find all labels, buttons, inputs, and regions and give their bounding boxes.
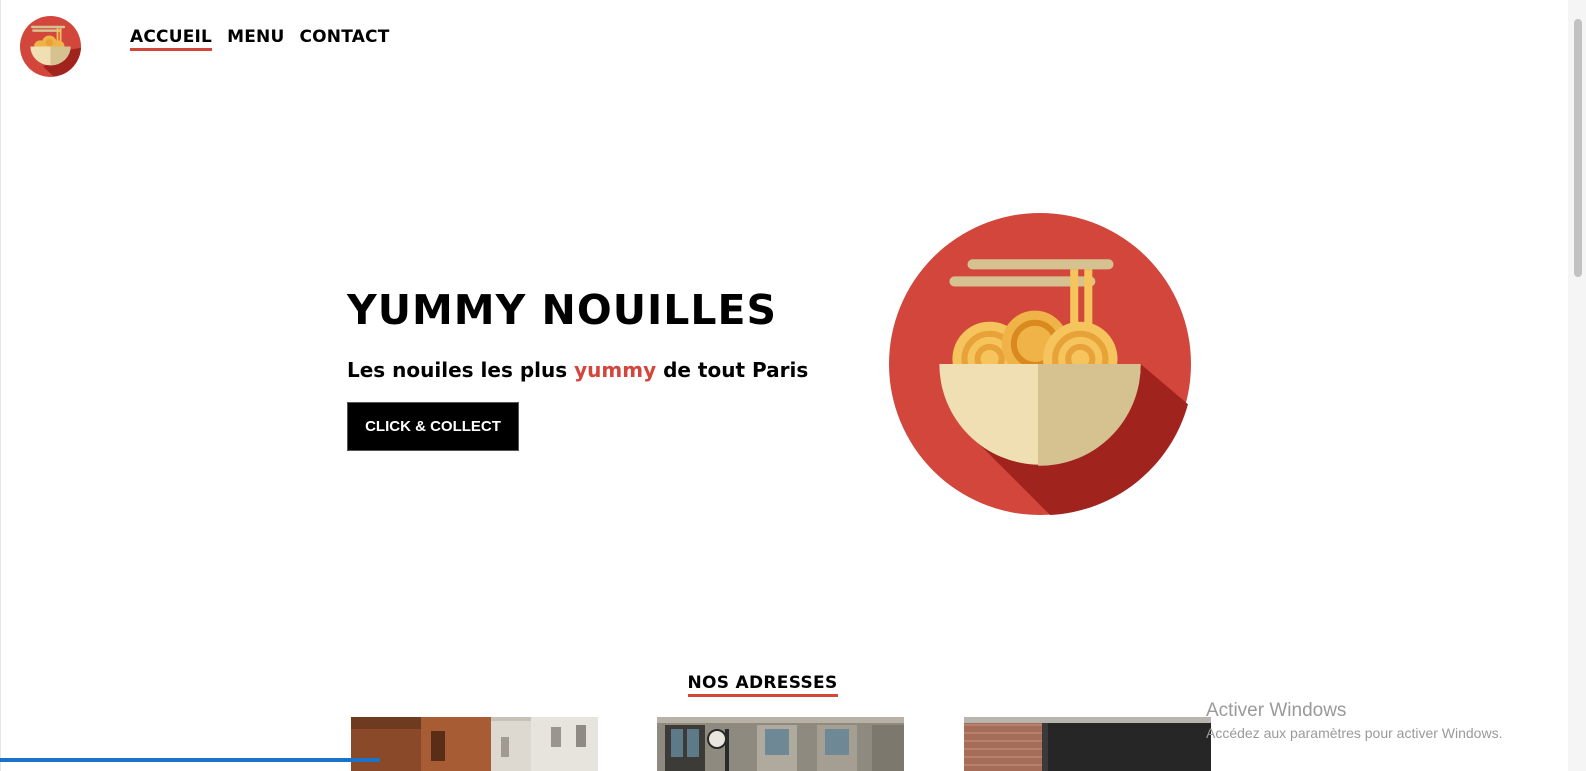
page-scrollbar[interactable] xyxy=(1568,0,1586,771)
hero-image xyxy=(889,213,1191,515)
storefront-photo xyxy=(657,717,904,771)
watermark-subtitle: Accédez aux paramètres pour activer Wind… xyxy=(1206,725,1503,741)
hero-subtitle: Les nouiles les plus yummy de tout Paris xyxy=(347,356,808,384)
hero-subtitle-after: de tout Paris xyxy=(656,358,809,382)
main-nav: ACCUEIL MENU CONTACT xyxy=(130,26,390,51)
noodle-bowl-icon xyxy=(889,213,1191,515)
street-photo xyxy=(351,717,598,771)
watermark-title: Activer Windows xyxy=(1206,700,1347,721)
address-photo-1[interactable] xyxy=(351,717,598,771)
nav-item-contact[interactable]: CONTACT xyxy=(299,26,389,51)
addresses-title: NOS ADRESSES xyxy=(687,672,838,697)
windows-activation-watermark: Activer Windows Accédez aux paramètres p… xyxy=(1206,700,1502,743)
hero-subtitle-before: Les nouiles les plus xyxy=(347,358,575,382)
noodle-bowl-icon xyxy=(20,16,81,77)
page-frame xyxy=(0,0,1586,771)
hero-title: YUMMY NOUILLES xyxy=(347,286,778,334)
address-photo-2[interactable] xyxy=(657,717,904,771)
click-and-collect-button[interactable]: CLICK & COLLECT xyxy=(347,402,519,451)
restaurant-facade-photo xyxy=(964,717,1211,771)
nav-item-accueil[interactable]: ACCUEIL xyxy=(130,26,213,51)
site-logo[interactable] xyxy=(20,16,81,77)
nav-item-menu[interactable]: MENU xyxy=(227,26,284,51)
taskbar-edge xyxy=(0,758,380,762)
hero-subtitle-accent: yummy xyxy=(574,358,657,382)
address-photo-3[interactable] xyxy=(964,717,1211,771)
scrollbar-thumb[interactable] xyxy=(1574,19,1582,277)
addresses-section-title: NOS ADRESSES xyxy=(0,666,1525,697)
